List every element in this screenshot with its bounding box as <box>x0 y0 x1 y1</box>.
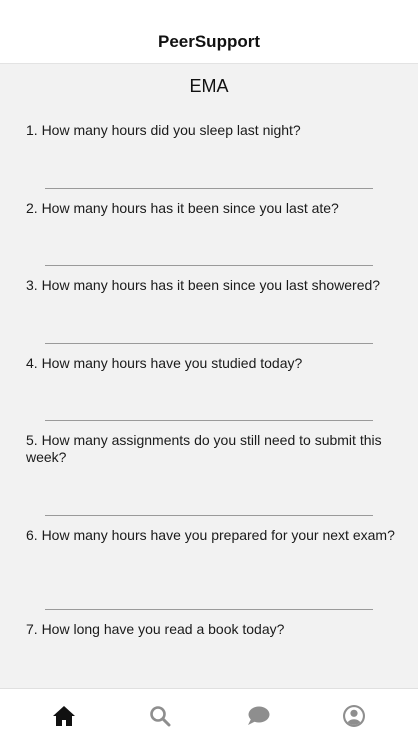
ema-form: EMA 1. How many hours did you sleep last… <box>0 64 418 688</box>
question-2-answer-input[interactable] <box>45 265 373 266</box>
question-4-answer-input[interactable] <box>45 420 373 421</box>
question-4-label: 4. How many hours have you studied today… <box>26 355 303 371</box>
question-3-label: 3. How many hours has it been since you … <box>26 277 381 293</box>
tab-home[interactable] <box>49 701 79 731</box>
tab-profile[interactable] <box>339 701 369 731</box>
question-3-answer-input[interactable] <box>45 343 373 344</box>
question-7-label: 7. How long have you read a book today? <box>26 621 285 637</box>
tab-chat[interactable] <box>243 701 273 731</box>
question-1-answer-input[interactable] <box>45 188 373 189</box>
app-title: PeerSupport <box>157 32 261 51</box>
bottom-tab-bar <box>0 688 418 743</box>
question-5-label: 5. How many assignments do you still nee… <box>26 432 382 465</box>
profile-icon <box>343 705 365 727</box>
app-screen: PeerSupport EMA 1. How many hours did yo… <box>0 0 418 743</box>
nav-header: PeerSupport <box>0 0 418 64</box>
home-icon <box>53 706 75 726</box>
screen-title: EMA <box>189 76 229 96</box>
question-6-answer-input[interactable] <box>45 609 373 610</box>
question-1-label: 1. How many hours did you sleep last nig… <box>26 122 301 138</box>
search-icon <box>150 706 171 727</box>
question-6-label: 6. How many hours have you prepared for … <box>26 527 395 543</box>
tab-search[interactable] <box>145 701 175 731</box>
question-5-answer-input[interactable] <box>45 515 373 516</box>
question-2-label: 2. How many hours has it been since you … <box>26 200 339 216</box>
chat-icon <box>248 706 270 725</box>
